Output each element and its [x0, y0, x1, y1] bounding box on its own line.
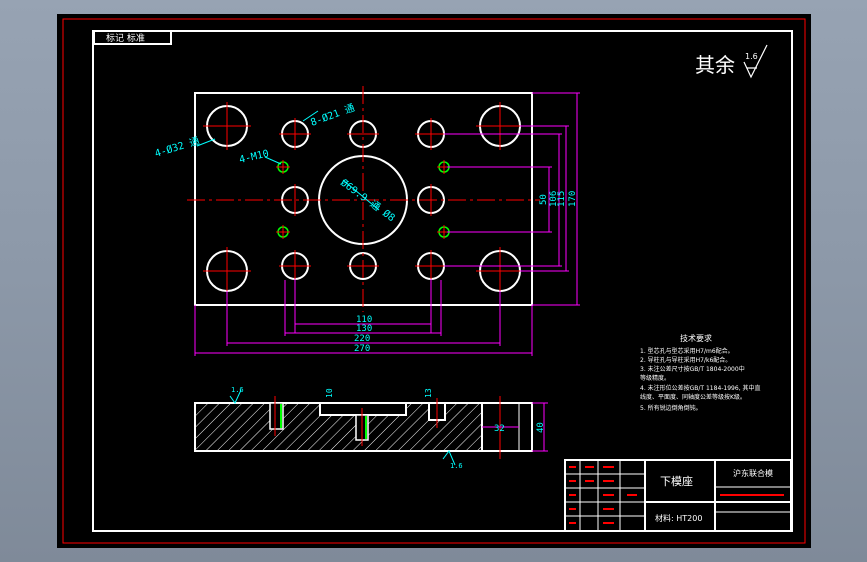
red-mark — [627, 494, 637, 496]
dim-text-115: 115 — [557, 191, 567, 207]
red-mark — [720, 494, 784, 496]
title-tag: 标记 标准 — [93, 30, 172, 45]
red-mark — [569, 494, 576, 496]
cad-viewport: 标记 标准 其余 1.6 4-Ø32 通 8-Ø21 通 4-M10 Ø69.9… — [0, 0, 867, 562]
tech-note-line: 4. 未注形位公差按GB/T 1184-1996, 其中直 — [640, 384, 761, 392]
dim-text-50: 50 — [539, 194, 549, 205]
dim-text-130: 130 — [356, 324, 372, 334]
tech-note-line: 5. 所有锐边倒角倒钝。 — [640, 404, 702, 412]
roughness-prefix: 其余 — [695, 53, 735, 77]
dim-text-40: 40 — [536, 422, 546, 433]
title-block: 下模座 沪东联合模 材料: HT200 — [564, 459, 792, 532]
title-material: 材料: HT200 — [655, 513, 702, 523]
red-mark — [603, 494, 614, 496]
red-mark — [569, 480, 576, 482]
red-mark — [585, 480, 594, 482]
red-mark — [569, 466, 576, 468]
title-company: 沪东联合模 — [733, 468, 773, 478]
red-mark — [569, 508, 576, 510]
roughness-value: 1.6 — [745, 52, 758, 61]
section-pocket — [319, 402, 407, 416]
tech-notes-title: 技术要求 — [680, 333, 712, 343]
dim-text-220: 220 — [354, 334, 370, 344]
dim-text-270: 270 — [354, 344, 370, 354]
red-mark — [603, 466, 614, 468]
tech-note-line: 3. 未注公差尺寸按GB/T 1804-2000中 — [640, 365, 745, 373]
dim-text-13: 13 — [424, 388, 433, 398]
red-mark — [603, 522, 614, 524]
engineering-drawing: 标记 标准 其余 1.6 4-Ø32 通 8-Ø21 通 4-M10 Ø69.9… — [57, 14, 811, 548]
section-roughness-bottom: 1.6 — [450, 462, 463, 470]
dim-text-32: 32 — [494, 424, 505, 434]
dim-text-10: 10 — [325, 388, 334, 398]
tech-note-line: 等级精度。 — [640, 374, 670, 382]
title-tag-text: 标记 标准 — [106, 32, 145, 44]
section-roughness-left: 1.6 — [231, 386, 244, 394]
red-mark — [585, 466, 594, 468]
red-mark — [569, 522, 576, 524]
red-mark — [603, 508, 614, 510]
dim-text-170: 170 — [568, 191, 578, 207]
title-part-name: 下模座 — [660, 474, 693, 488]
tech-note-line: 2. 导柱孔与导柱采用H7/k6配合。 — [640, 356, 731, 364]
red-mark — [603, 480, 614, 482]
tech-note-line: 线度、平面度、同轴度公差等级按K级。 — [640, 393, 746, 401]
tech-note-line: 1. 型芯孔与型芯采用H7/m6配合。 — [640, 347, 734, 355]
